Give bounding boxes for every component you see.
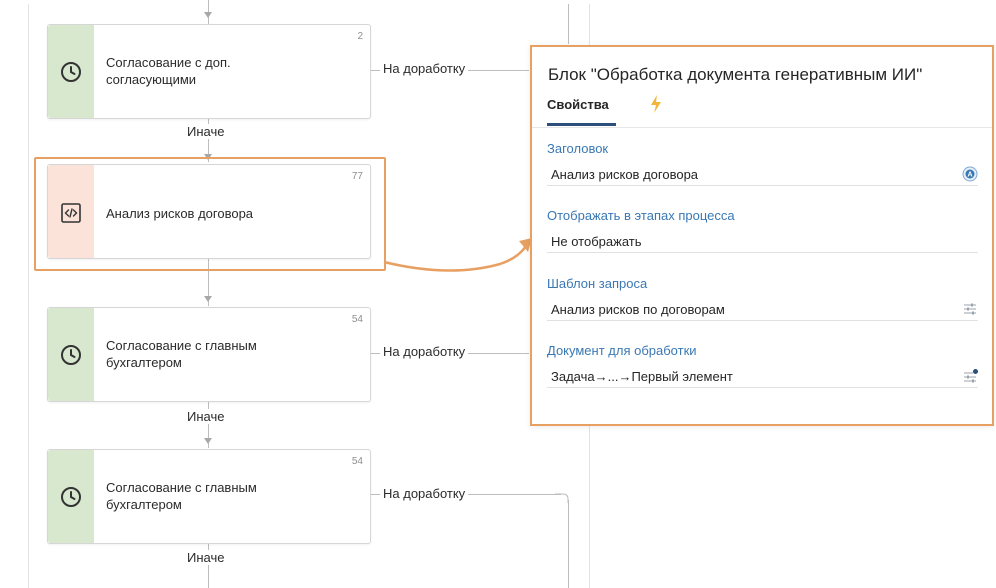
block-properties-panel: Блок "Обработка документа генеративным И… <box>530 45 994 426</box>
clock-icon <box>61 62 81 82</box>
block-number: 2 <box>357 31 363 42</box>
branch-label-rework[interactable]: На доработку <box>380 344 469 359</box>
workflow-canvas: Согласование с доп. согласующими 2 На до… <box>0 0 996 588</box>
selected-block-highlight <box>34 157 386 271</box>
block-number: 54 <box>351 314 363 325</box>
else-label[interactable]: Иначе <box>183 124 229 139</box>
sliders-icon[interactable] <box>962 301 978 317</box>
sliders-dot-icon[interactable] <box>962 368 978 384</box>
active-tab-indicator <box>547 123 616 126</box>
flow-block-approval-extra[interactable]: Согласование с доп. согласующими 2 <box>47 24 371 119</box>
svg-text:A: A <box>967 172 972 179</box>
flow-arrow <box>204 12 212 18</box>
field-label-request-template: Шаблон запроса <box>547 276 648 291</box>
tabs-divider <box>532 127 992 128</box>
else-label[interactable]: Иначе <box>183 550 229 565</box>
branch-connector <box>568 4 569 44</box>
else-label[interactable]: Иначе <box>183 409 229 424</box>
flow-block-chief-accountant[interactable]: Согласование с главным бухгалтером 54 <box>47 449 371 544</box>
display-stages-field[interactable]: Не отображать <box>547 231 978 253</box>
clock-icon <box>61 487 81 507</box>
tab-properties[interactable]: Свойства <box>547 97 609 112</box>
lightning-icon[interactable] <box>649 94 663 114</box>
field-label-document: Документ для обработки <box>547 343 697 358</box>
flow-arrow <box>204 438 212 444</box>
branch-connector <box>568 500 569 588</box>
title-field[interactable]: Анализ рисков договора A <box>547 164 978 186</box>
block-number: 54 <box>351 456 363 467</box>
clock-icon <box>61 345 81 365</box>
flow-connector <box>208 542 209 588</box>
ai-badge-icon[interactable]: A <box>962 166 978 182</box>
field-label-title: Заголовок <box>547 141 609 156</box>
document-field[interactable]: Задача→...→Первый элемент <box>547 366 978 388</box>
branch-label-rework[interactable]: На доработку <box>380 61 469 76</box>
block-label: Согласование с главным бухгалтером <box>106 338 257 370</box>
flow-block-chief-accountant[interactable]: Согласование с главным бухгалтером 54 <box>47 307 371 402</box>
flow-arrow <box>204 296 212 302</box>
block-label: Согласование с главным бухгалтером <box>106 480 257 512</box>
panel-title: Блок "Обработка документа генеративным И… <box>548 65 923 84</box>
field-label-display-stages: Отображать в этапах процесса <box>547 208 735 223</box>
request-template-field[interactable]: Анализ рисков по договорам <box>547 299 978 321</box>
branch-label-rework[interactable]: На доработку <box>380 486 469 501</box>
branch-corner <box>555 493 569 503</box>
block-label: Согласование с доп. согласующими <box>106 55 231 87</box>
